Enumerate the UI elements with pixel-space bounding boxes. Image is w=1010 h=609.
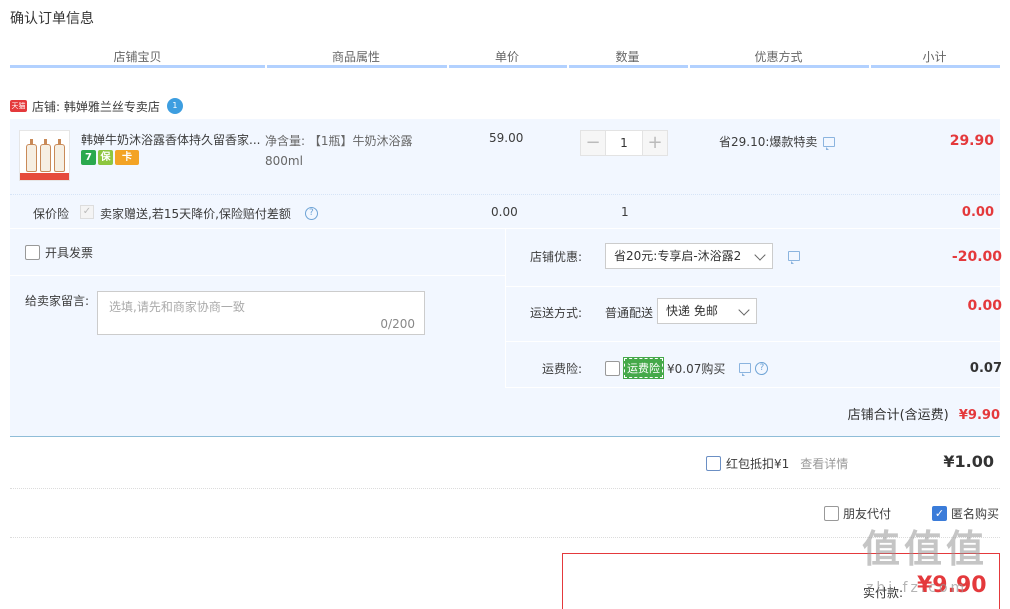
quantity-decrease-button[interactable]: − — [580, 130, 606, 156]
col-header-subtotal: 小计 — [922, 50, 947, 64]
price-insurance-text: 卖家赠送,若15天降价,保险赔付差额 — [100, 207, 291, 221]
shop-total: 店铺合计(含运费) ¥9.90 — [848, 404, 1000, 423]
col-header-shop-item: 店铺宝贝 — [113, 50, 162, 64]
red-packet-checkbox[interactable] — [706, 456, 721, 471]
options-divider — [506, 286, 1000, 287]
bottle-image — [26, 139, 37, 172]
anonymous-label: 匿名购买 — [951, 507, 1000, 521]
remark-char-count: 0/200 — [380, 317, 415, 331]
watermark-logo: 值值值 — [862, 527, 989, 571]
product-thumbnail[interactable] — [19, 130, 70, 181]
unit-price: 59.00 — [489, 131, 524, 145]
shipping-method-select[interactable]: 快递 免邮 — [657, 298, 757, 324]
freight-insurance-checkbox[interactable] — [605, 360, 620, 376]
insurance-subtotal: 0.00 — [961, 205, 994, 220]
item-subtotal: 29.90 — [949, 133, 994, 149]
shop-discount-selected: 省20元:专享启-沐浴露2 — [614, 249, 742, 263]
shop-total-label: 店铺合计(含运费) — [847, 408, 949, 423]
thumbnail-strip — [20, 173, 69, 180]
product-attributes: 净含量: 【1瓶】牛奶沐浴露800ml — [265, 134, 413, 168]
section-divider — [10, 537, 1000, 538]
bottle-image — [54, 139, 65, 172]
options-vertical-divider — [505, 229, 506, 387]
item-divider — [10, 194, 1000, 195]
credit-card-icon[interactable]: 卡 — [115, 150, 139, 165]
section-divider — [10, 488, 1000, 489]
freight-insurance-price: ¥0.07购买 — [667, 361, 726, 376]
chevron-down-icon — [738, 304, 750, 316]
header-separator — [869, 65, 871, 68]
message-icon[interactable] — [788, 251, 800, 264]
red-packet-label: 红包抵扣¥1 — [726, 457, 790, 471]
insurance-qty: 1 — [621, 205, 629, 219]
freight-insurance-label: 运费险: — [542, 362, 583, 376]
quantity-increase-button[interactable]: + — [642, 130, 668, 156]
red-packet-amount: ¥1.00 — [943, 452, 994, 471]
guarantee-icon[interactable]: 保 — [98, 150, 113, 165]
red-packet-details-link[interactable]: 查看详情 — [800, 455, 848, 472]
remark-textarea[interactable]: 选填,请先和商家协商一致 0/200 — [97, 291, 425, 335]
header-separator — [265, 65, 267, 68]
anonymous-checkbox[interactable]: ✓ — [932, 506, 947, 521]
shop-discount-value: -20.00 — [951, 249, 1002, 265]
message-icon[interactable] — [739, 363, 752, 376]
help-icon[interactable]: ? — [755, 361, 769, 375]
price-insurance-checkbox[interactable]: ✓ — [80, 205, 94, 219]
options-divider — [505, 387, 1000, 388]
watermark-url: zhi.fz.com — [866, 580, 968, 596]
price-insurance-desc: 卖家赠送,若15天降价,保险赔付差额 ? — [100, 205, 318, 222]
invoice-option[interactable]: 开具发票 — [25, 244, 93, 261]
insurance-price: 0.00 — [491, 205, 518, 219]
shop-total-value: ¥9.90 — [958, 408, 1000, 423]
header-underline — [10, 65, 1000, 68]
col-header-discount: 优惠方式 — [754, 50, 803, 64]
price-insurance-label: 保价险 — [33, 207, 70, 221]
options-divider — [506, 341, 1000, 342]
discount-text: 省29.10:爆款特卖 — [719, 135, 818, 149]
header-separator — [688, 65, 690, 68]
invoice-checkbox[interactable] — [25, 245, 40, 260]
chevron-down-icon — [754, 249, 766, 261]
invoice-label: 开具发票 — [45, 246, 94, 260]
col-header-unit-price: 单价 — [494, 50, 519, 64]
header-separator — [447, 65, 449, 68]
header-separator — [567, 65, 569, 68]
help-icon[interactable]: ? — [304, 207, 318, 220]
discount-info: 省29.10:爆款特卖 — [719, 133, 836, 150]
page-title: 确认订单信息 — [10, 11, 94, 27]
freight-insurance-value: 0.07 — [969, 361, 1002, 376]
anonymous-purchase-option[interactable]: ✓ 匿名购买 — [932, 505, 999, 522]
remark-label: 给卖家留言: — [25, 294, 90, 308]
chat-bubble-icon[interactable]: 1 — [166, 98, 183, 114]
bottle-image — [40, 139, 51, 172]
shipping-type: 普通配送 — [605, 306, 654, 320]
red-packet-option: 红包抵扣¥1 查看详情 — [706, 455, 848, 472]
service-icons: 7 保 卡 — [81, 150, 139, 165]
shop-name[interactable]: 店铺: 韩婵雅兰丝专卖店 — [32, 98, 160, 115]
quantity-stepper: − 1 + — [580, 130, 668, 156]
product-name-link[interactable]: 韩婵牛奶沐浴露香体持久留香家... — [81, 131, 260, 148]
quantity-input[interactable]: 1 — [606, 130, 642, 156]
freight-insurance-badge: 运费险 — [623, 357, 664, 379]
shipping-selected: 快递 免邮 — [666, 304, 718, 318]
freight-insurance-option: 运费险 ¥0.07购买 ? — [605, 357, 769, 379]
shop-row: 天猫 店铺: 韩婵雅兰丝专卖店 1 — [10, 96, 183, 116]
shop-discount-select[interactable]: 省20元:专享启-沐浴露2 — [605, 243, 773, 269]
tmall-badge-icon: 天猫 — [10, 100, 27, 112]
friend-pay-checkbox[interactable] — [824, 506, 839, 521]
shipping-value: 0.00 — [967, 298, 1002, 314]
col-header-attributes: 商品属性 — [331, 50, 380, 64]
options-divider — [10, 275, 505, 276]
remark-placeholder: 选填,请先和商家协商一致 — [109, 300, 245, 314]
shop-discount-label: 店铺优惠: — [530, 250, 583, 264]
shipping-label: 运送方式: — [530, 306, 583, 320]
seven-day-return-icon[interactable]: 7 — [81, 150, 96, 165]
friend-pay-option[interactable]: 朋友代付 — [824, 505, 891, 522]
message-icon[interactable] — [823, 136, 836, 150]
col-header-quantity: 数量 — [615, 50, 640, 64]
friend-pay-label: 朋友代付 — [843, 507, 892, 521]
